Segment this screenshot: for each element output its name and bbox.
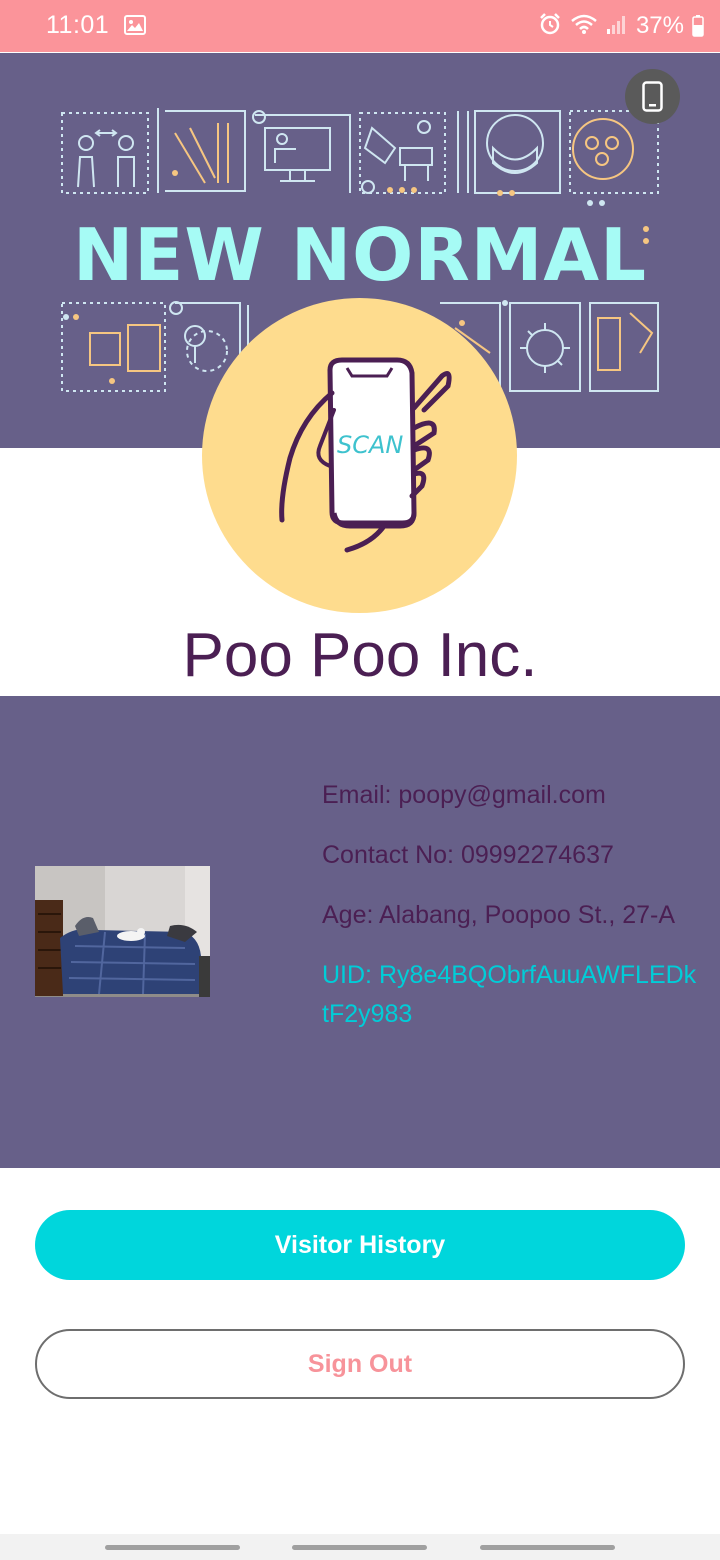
- gallery-icon: [124, 15, 146, 35]
- uid-text: UID: Ry8e4BQObrfAuuAWFLEDktF2y983: [322, 961, 697, 1028]
- sign-out-button[interactable]: Sign Out: [35, 1329, 685, 1399]
- bedroom-photo[interactable]: [35, 866, 210, 997]
- status-icons: 37%: [530, 10, 704, 42]
- visitor-history-button[interactable]: Visitor History: [35, 1210, 685, 1280]
- nav-recents-handle[interactable]: [105, 1545, 240, 1550]
- profile-details: Email: poopy@gmail.com Contact No: 09992…: [322, 776, 702, 1034]
- company-name: Poo Poo Inc.: [182, 621, 538, 690]
- contact-number-text: Contact No: 09992274637: [322, 841, 614, 869]
- device-mode-button[interactable]: [625, 69, 680, 124]
- signal-icon: [606, 13, 628, 40]
- profile-screen: 11:01 37% NEW NORMAL SCAN Poo Poo Inc. E…: [0, 0, 720, 1560]
- wifi-icon: [570, 13, 598, 40]
- scan-logo: SCAN: [202, 298, 517, 613]
- battery-percent: 37%: [635, 12, 684, 39]
- profile-info-panel: Email: poopy@gmail.com Contact No: 09992…: [0, 696, 720, 1168]
- status-bar: 11:01 37%: [0, 0, 720, 52]
- battery-icon: [692, 15, 704, 37]
- status-time: 11:01: [46, 11, 110, 39]
- nav-back-handle[interactable]: [480, 1545, 615, 1550]
- email-text: Email: poopy@gmail.com: [322, 781, 606, 809]
- system-navigation-bar: [0, 1534, 720, 1560]
- alarm-icon: [538, 12, 562, 41]
- nav-home-handle[interactable]: [292, 1545, 427, 1550]
- banner-title: NEW NORMAL: [72, 213, 648, 297]
- phone-icon: [642, 81, 663, 112]
- age-text: Age: Alabang, Poopoo St., 27-A: [322, 901, 676, 929]
- scan-label: SCAN: [337, 431, 404, 459]
